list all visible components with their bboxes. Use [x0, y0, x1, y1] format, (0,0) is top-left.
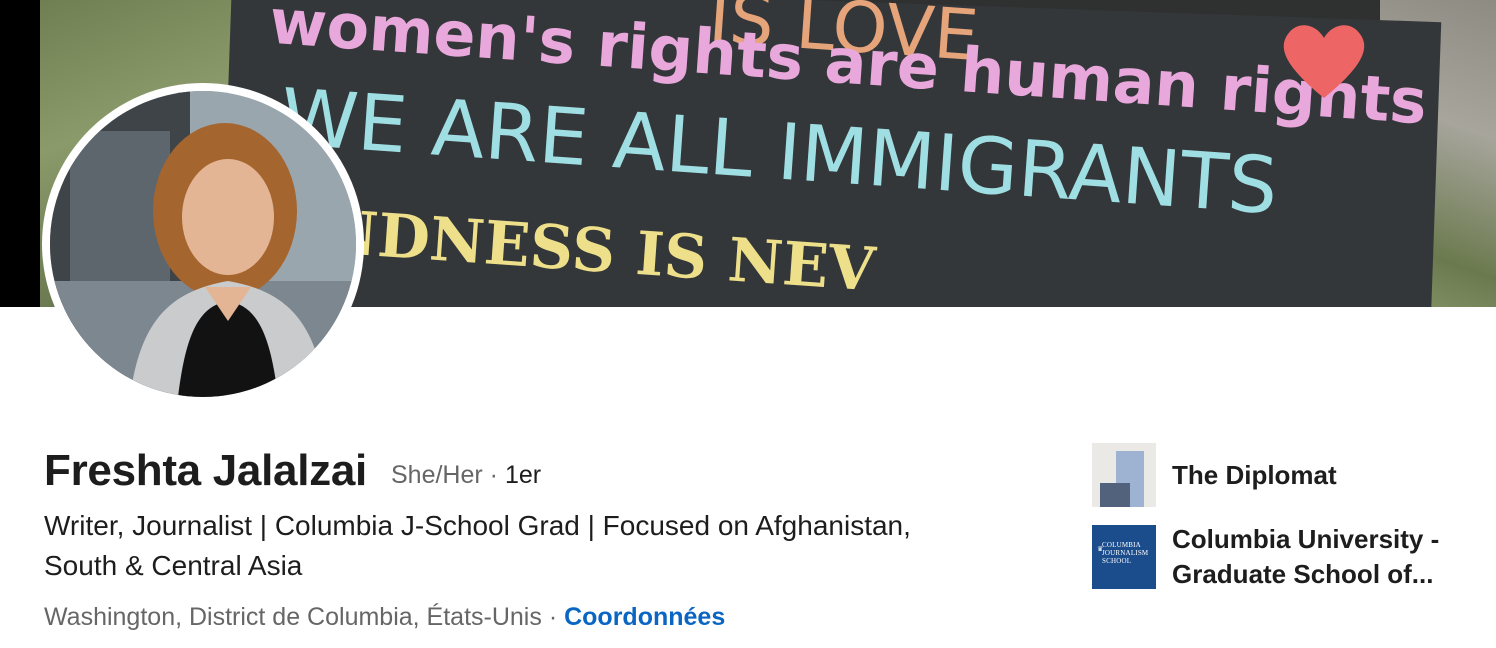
avatar-photo	[50, 91, 356, 397]
profile-meta: She/Her · 1er	[391, 461, 541, 490]
avatar-illustration	[50, 91, 356, 397]
pronouns: She/Her	[391, 461, 483, 489]
contact-info-link[interactable]: Coordonnées	[564, 603, 725, 631]
company-item-the-diplomat[interactable]: The Diplomat	[1092, 443, 1337, 507]
profile-location-row: Washington, District de Columbia, États-…	[44, 603, 725, 632]
meta-separator: ·	[489, 461, 498, 489]
logo-text: COLUMBIA JOURNALISM SCHOOL	[1102, 541, 1149, 565]
company-name: The Diplomat	[1172, 459, 1337, 490]
profile-name: Freshta Jalalzai	[44, 446, 367, 495]
profile-avatar[interactable]	[42, 83, 364, 405]
columbia-journalism-logo-icon: ♛ COLUMBIA JOURNALISM SCHOOL	[1092, 525, 1156, 589]
diplomat-logo-icon	[1092, 443, 1156, 507]
profile-headline: Writer, Journalist | Columbia J-School G…	[44, 510, 911, 581]
company-name-line-2: Graduate School of...	[1172, 559, 1434, 589]
location-separator: ·	[548, 603, 558, 631]
sign-line-4: NDNESS IS NEV	[321, 197, 879, 306]
company-name-line-1: Columbia University -	[1172, 524, 1440, 554]
connection-degree: 1er	[504, 461, 542, 489]
location-text: Washington, District de Columbia, États-…	[44, 603, 542, 631]
company-name: Columbia University - Graduate School of…	[1172, 522, 1439, 592]
company-item-columbia[interactable]: ♛ COLUMBIA JOURNALISM SCHOOL Columbia Un…	[1092, 522, 1439, 592]
